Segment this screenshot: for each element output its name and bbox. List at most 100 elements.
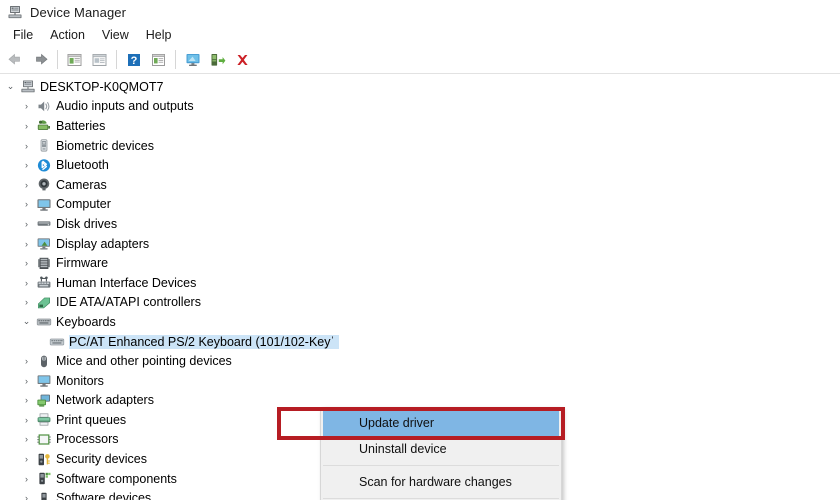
- tree-node-label: Mice and other pointing devices: [56, 354, 232, 369]
- chevron-right-icon[interactable]: ›: [18, 239, 35, 249]
- context-menu-item-uninstall-device[interactable]: Uninstall device: [323, 436, 559, 462]
- chevron-down-icon[interactable]: ⌄: [2, 81, 19, 92]
- tree-node-batteries[interactable]: › Batteries: [0, 116, 420, 136]
- menu-bar: File Action View Help: [0, 24, 840, 46]
- tree-node-keyboards[interactable]: ⌄ Keyboards: [0, 312, 420, 332]
- tree-node-cameras[interactable]: › Cameras: [0, 175, 420, 195]
- tree-node-computer[interactable]: › Computer: [0, 195, 420, 215]
- toolbar: ?: [0, 46, 840, 74]
- title-bar: Device Manager: [0, 0, 840, 24]
- keyboard-icon: [35, 314, 52, 330]
- context-menu-item-scan-hardware-changes[interactable]: Scan for hardware changes: [323, 469, 559, 495]
- chevron-right-icon[interactable]: ›: [18, 376, 35, 386]
- tree-node-label: Firmware: [56, 256, 109, 271]
- bluetooth-icon: [35, 157, 52, 173]
- tree-node-label: Software components: [56, 471, 177, 486]
- chevron-right-icon[interactable]: ›: [18, 356, 35, 366]
- menu-action[interactable]: Action: [42, 26, 94, 44]
- security-device-icon: [35, 451, 52, 467]
- tree-node-label: Network adapters: [56, 393, 154, 408]
- chevron-right-icon[interactable]: ›: [18, 493, 35, 500]
- tree-node-disk-drives[interactable]: › Disk drives: [0, 214, 420, 234]
- processor-icon: [35, 431, 52, 447]
- update-driver-icon[interactable]: [87, 48, 112, 71]
- chevron-right-icon[interactable]: ›: [18, 141, 35, 151]
- properties-icon[interactable]: [62, 48, 87, 71]
- tree-node-ps2-keyboard[interactable]: PC/AT Enhanced PS/2 Keyboard (101/102-Ke…: [0, 332, 420, 352]
- menu-view[interactable]: View: [94, 26, 138, 44]
- chevron-right-icon[interactable]: ›: [18, 278, 35, 288]
- tree-node-mice[interactable]: › Mice and other pointing devices: [0, 351, 420, 371]
- tree-node-label: Batteries: [56, 118, 106, 133]
- tree-node-root[interactable]: ⌄ DESKTOP-K0QMOT7: [0, 77, 420, 97]
- tree-node-biometric[interactable]: › Biometric devices: [0, 136, 420, 156]
- chevron-right-icon[interactable]: ›: [18, 180, 35, 190]
- menu-help[interactable]: Help: [138, 26, 181, 44]
- tree-node-label: Cameras: [56, 177, 107, 192]
- tree-node-ide-controllers[interactable]: › IDE ATA/ATAPI controllers: [0, 293, 420, 313]
- tree-node-label: Audio inputs and outputs: [56, 99, 194, 114]
- software-device-icon: [35, 490, 52, 500]
- tree-node-label: Human Interface Devices: [56, 275, 197, 290]
- chevron-right-icon[interactable]: ›: [18, 297, 35, 307]
- monitor-icon: [35, 373, 52, 389]
- tree-node-display-adapters[interactable]: › Display adapters: [0, 234, 420, 254]
- tree-node-bluetooth[interactable]: › Bluetooth: [0, 155, 420, 175]
- tree-node-firmware[interactable]: › Firmware: [0, 253, 420, 273]
- chevron-right-icon[interactable]: ›: [18, 219, 35, 229]
- tree-node-label: IDE ATA/ATAPI controllers: [56, 295, 201, 310]
- chevron-right-icon[interactable]: ›: [18, 101, 35, 111]
- context-menu-separator: [323, 498, 559, 499]
- tree-node-label: Bluetooth: [56, 158, 109, 173]
- details-pane-icon[interactable]: [146, 48, 171, 71]
- chevron-right-icon[interactable]: ›: [18, 258, 35, 268]
- tree-node-label: Disk drives: [56, 216, 118, 231]
- tree-node-label: Processors: [56, 432, 119, 447]
- ide-controller-icon: [35, 294, 52, 310]
- chevron-right-icon[interactable]: ›: [18, 474, 35, 484]
- software-component-icon: [35, 471, 52, 487]
- forward-arrow-icon[interactable]: [28, 48, 53, 71]
- display-adapter-icon: [35, 236, 52, 252]
- menu-file[interactable]: File: [5, 26, 42, 44]
- hid-icon: [35, 275, 52, 291]
- chevron-right-icon[interactable]: ›: [18, 434, 35, 444]
- context-menu-item-update-driver[interactable]: Update driver: [323, 410, 559, 436]
- computer-root-icon: [19, 79, 36, 95]
- add-legacy-hardware-icon[interactable]: [205, 48, 230, 71]
- svg-text:?: ?: [130, 55, 137, 67]
- network-adapter-icon: [35, 392, 52, 408]
- chevron-right-icon[interactable]: ›: [18, 415, 35, 425]
- context-menu-separator: [323, 465, 559, 466]
- context-menu[interactable]: Update driver Uninstall device Scan for …: [320, 407, 562, 500]
- firmware-icon: [35, 255, 52, 271]
- tree-node-label: Computer: [56, 197, 111, 212]
- device-manager-icon: [7, 4, 23, 20]
- monitor-icon: [35, 196, 52, 212]
- device-manager-window: Device Manager File Action View Help ? ⌄…: [0, 0, 840, 500]
- chevron-right-icon[interactable]: ›: [18, 199, 35, 209]
- tree-node-hid[interactable]: › Human Interface Devices: [0, 273, 420, 293]
- biometric-icon: [35, 138, 52, 154]
- tree-node-monitors[interactable]: › Monitors: [0, 371, 420, 391]
- chevron-right-icon[interactable]: ›: [18, 395, 35, 405]
- back-arrow-icon[interactable]: [3, 48, 28, 71]
- mouse-icon: [35, 353, 52, 369]
- window-title: Device Manager: [30, 4, 127, 20]
- disk-drive-icon: [35, 216, 52, 232]
- tree-node-audio[interactable]: › Audio inputs and outputs: [0, 97, 420, 117]
- help-icon[interactable]: ?: [121, 48, 146, 71]
- chevron-right-icon[interactable]: ›: [18, 121, 35, 131]
- scan-hardware-icon[interactable]: [180, 48, 205, 71]
- uninstall-device-icon[interactable]: [230, 48, 255, 71]
- tree-node-label: Keyboards: [56, 314, 116, 329]
- toolbar-separator: [116, 50, 117, 69]
- battery-icon: [35, 118, 52, 134]
- content-area: ⌄ DESKTOP-K0QMOT7 › Audio inputs and out…: [0, 74, 840, 500]
- chevron-right-icon[interactable]: ›: [18, 160, 35, 170]
- tree-node-label: Monitors: [56, 373, 104, 388]
- tree-node-label: Biometric devices: [56, 138, 154, 153]
- chevron-down-icon[interactable]: ⌄: [18, 316, 35, 327]
- keyboard-icon: [48, 334, 65, 350]
- chevron-right-icon[interactable]: ›: [18, 454, 35, 464]
